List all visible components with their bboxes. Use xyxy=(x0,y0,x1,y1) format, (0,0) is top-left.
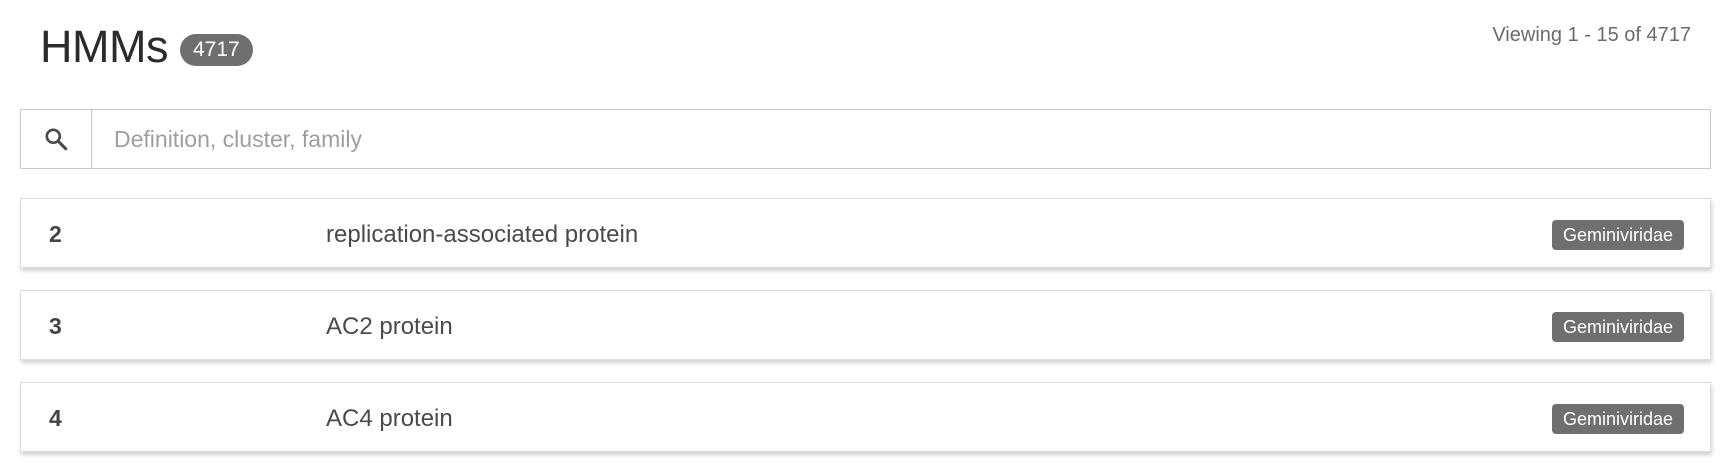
page: HMMs 4717 Viewing 1 - 15 of 4717 2 repli… xyxy=(0,0,1731,470)
family-badge[interactable]: Geminiviridae xyxy=(1551,404,1684,434)
family-badge[interactable]: Geminiviridae xyxy=(1551,220,1684,250)
page-title: HMMs xyxy=(40,21,168,72)
count-badge: 4717 xyxy=(179,34,253,66)
search-input[interactable] xyxy=(92,110,1710,168)
page-title-group: HMMs 4717 xyxy=(40,22,253,72)
hmm-id[interactable]: 4 xyxy=(49,405,62,432)
search-bar xyxy=(20,109,1711,169)
hmm-row[interactable]: 4 AC4 protein Geminiviridae xyxy=(20,382,1711,452)
hmm-definition: AC2 protein xyxy=(326,313,453,340)
hmm-row[interactable]: 3 AC2 protein Geminiviridae xyxy=(20,290,1711,360)
family-badge[interactable]: Geminiviridae xyxy=(1551,312,1684,342)
hmm-definition: replication-associated protein xyxy=(326,221,639,248)
page-header: HMMs 4717 Viewing 1 - 15 of 4717 xyxy=(20,0,1711,100)
hmm-id[interactable]: 3 xyxy=(49,313,62,340)
search-icon-cell[interactable] xyxy=(21,110,92,168)
hmm-id[interactable]: 2 xyxy=(49,221,62,248)
search-icon xyxy=(45,128,68,151)
hmm-list: 2 replication-associated protein Geminiv… xyxy=(20,198,1711,470)
hmm-row[interactable]: 2 replication-associated protein Geminiv… xyxy=(20,198,1711,268)
pagination-summary: Viewing 1 - 15 of 4717 xyxy=(1492,24,1691,46)
hmm-definition: AC4 protein xyxy=(326,405,453,432)
